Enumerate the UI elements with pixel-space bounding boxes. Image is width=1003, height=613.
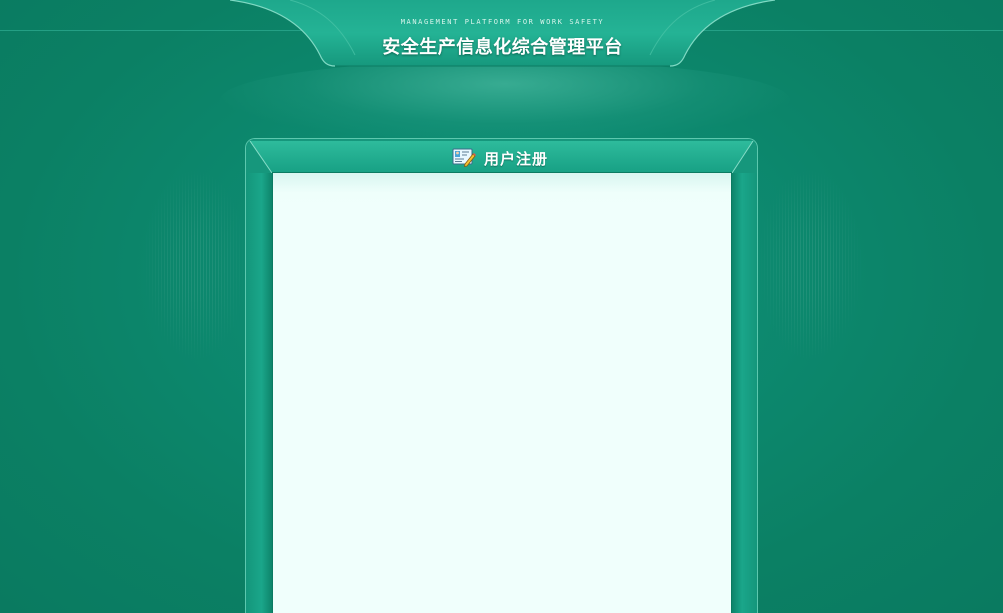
panel-header: 用户注册 [246, 139, 757, 173]
panel-left-border [246, 173, 272, 613]
right-decoration [755, 165, 865, 365]
panel-title: 用户注册 [484, 150, 549, 168]
header-glow [220, 60, 790, 140]
left-decoration [140, 165, 250, 365]
panel-right-border [732, 173, 757, 613]
platform-subtitle: MANAGEMENT PLATFORM FOR WORK SAFETY [400, 18, 605, 26]
registration-content-area [272, 173, 732, 613]
registration-panel: 用户注册 [245, 138, 758, 613]
header-banner: MANAGEMENT PLATFORM FOR WORK SAFETY 安全生产… [230, 0, 775, 70]
platform-title: 安全生产信息化综合管理平台 [382, 37, 623, 58]
user-edit-icon [452, 147, 476, 167]
